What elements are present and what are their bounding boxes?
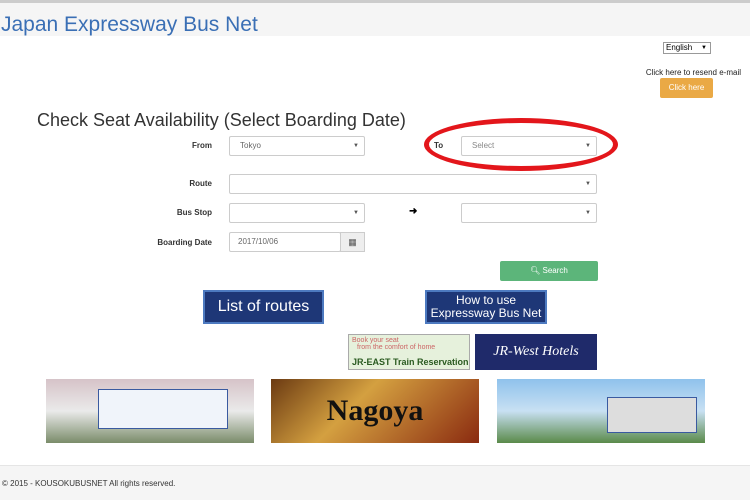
jreast-line1: Book your seat	[352, 337, 399, 344]
language-value: English	[666, 43, 693, 52]
how-to-use-button[interactable]: How to use Expressway Bus Net	[425, 290, 547, 324]
arrow-right-icon: ➜	[409, 206, 418, 217]
resend-button[interactable]: Click here	[660, 78, 713, 98]
jr-east-banner[interactable]: Book your seat from the comfort of home …	[348, 334, 470, 370]
bus-stop-label: Bus Stop	[176, 208, 212, 217]
search-label: Search	[542, 266, 568, 275]
nagoya-banner[interactable]: Nagoya	[271, 379, 479, 443]
header: Japan Expressway Bus Net	[0, 3, 750, 36]
chevron-down-icon: ▼	[585, 210, 591, 216]
red-highlight-circle	[424, 118, 618, 171]
osaka-castle-banner[interactable]	[497, 379, 705, 443]
chevron-down-icon: ▼	[701, 45, 707, 51]
copyright: © 2015 - KOUSOKUBUSNET All rights reserv…	[2, 479, 176, 488]
jreast-line2: from the comfort of home	[357, 344, 436, 351]
jr-west-hotels-banner[interactable]: JR-West Hotels	[475, 334, 597, 370]
bus-stop-from-select[interactable]: ▼	[229, 203, 365, 223]
nagoya-text: Nagoya	[326, 394, 424, 427]
bus-image	[98, 389, 228, 429]
footer: © 2015 - KOUSOKUBUSNET All rights reserv…	[0, 465, 750, 500]
page-title: Check Seat Availability (Select Boarding…	[37, 110, 406, 130]
from-label: From	[192, 141, 212, 150]
list-of-routes-label: List of routes	[217, 298, 310, 315]
bus-stop-to-select[interactable]: ▼	[461, 203, 597, 223]
site-title[interactable]: Japan Expressway Bus Net	[1, 13, 258, 37]
resend-text: Click here to resend e-mail	[645, 68, 741, 77]
chevron-down-icon: ▼	[353, 143, 359, 149]
list-of-routes-button[interactable]: List of routes	[203, 290, 324, 324]
chevron-down-icon: ▼	[585, 181, 591, 187]
language-select[interactable]: English ▼	[663, 42, 711, 54]
calendar-icon[interactable]: ▦	[340, 232, 365, 252]
bus-photo-banner[interactable]	[46, 379, 254, 443]
search-icon: 🔍︎	[530, 266, 541, 275]
search-button[interactable]: 🔍︎ Search	[500, 261, 598, 281]
route-label: Route	[189, 179, 212, 188]
boarding-date-label: Boarding Date	[157, 238, 212, 247]
how-to-line2: Expressway Bus Net	[430, 306, 542, 320]
route-select[interactable]: ▼	[229, 174, 597, 194]
date-value: 2017/10/06	[238, 237, 279, 246]
from-select[interactable]: Tokyo ▼	[229, 136, 365, 156]
chevron-down-icon: ▼	[353, 210, 359, 216]
boarding-date-input[interactable]: 2017/10/06	[229, 232, 341, 252]
from-value: Tokyo	[240, 141, 261, 150]
bus-image	[607, 397, 697, 433]
jreast-line3: JR-EAST Train Reservation	[352, 357, 469, 367]
